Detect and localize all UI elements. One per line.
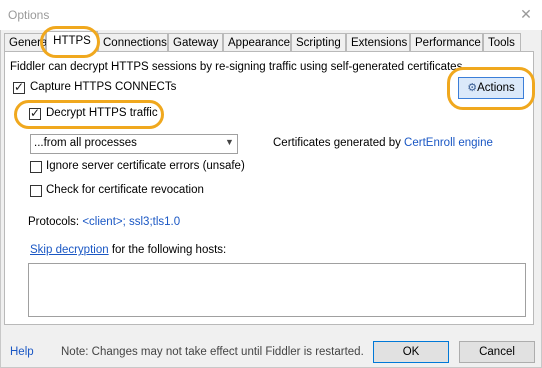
- tab-label: Extensions: [351, 37, 408, 49]
- capture-https-label: Capture HTTPS CONNECTs: [30, 81, 177, 93]
- tab-gateway[interactable]: Gateway: [168, 33, 223, 51]
- cert-revocation-checkbox[interactable]: [30, 185, 42, 197]
- actions-highlight-ring: [447, 67, 535, 110]
- tab-label: Tools: [488, 37, 515, 49]
- close-icon[interactable]: ✕: [518, 6, 534, 22]
- ignore-cert-errors-label: Ignore server certificate errors (unsafe…: [46, 160, 245, 172]
- chevron-down-icon: ▼: [225, 137, 234, 147]
- tab-appearance[interactable]: Appearance: [223, 33, 291, 51]
- restart-note: Note: Changes may not take effect until …: [61, 346, 364, 358]
- tab-label: Performance: [415, 37, 481, 49]
- cancel-button[interactable]: Cancel: [459, 341, 535, 363]
- tab-performance[interactable]: Performance: [410, 33, 483, 51]
- skip-decryption-link[interactable]: Skip decryption: [30, 244, 109, 256]
- tab-extensions[interactable]: Extensions: [346, 33, 410, 51]
- certs-prefix: Certificates generated by: [273, 137, 405, 149]
- tab-scripting[interactable]: Scripting: [291, 33, 346, 51]
- tab-label: Gateway: [173, 37, 219, 49]
- tab-label: Appearance: [228, 37, 291, 49]
- process-filter-value: ...from all processes: [34, 137, 137, 149]
- help-link[interactable]: Help: [10, 346, 34, 358]
- protocols-link[interactable]: <client>; ssl3;tls1.0: [82, 216, 180, 228]
- capture-https-checkbox[interactable]: [13, 80, 25, 94]
- skip-decryption-suffix: for the following hosts:: [108, 244, 227, 256]
- protocols-label: Protocols:: [28, 216, 83, 228]
- protocols-row: Protocols: <client>; ssl3;tls1.0: [28, 216, 180, 228]
- tab-label: Connections: [103, 37, 167, 49]
- certs-info: Certificates generated by CertEnroll eng…: [273, 137, 493, 149]
- skip-hosts-textarea[interactable]: [28, 263, 526, 317]
- cert-revocation-label: Check for certificate revocation: [46, 184, 204, 196]
- tab-connections[interactable]: Connections: [98, 33, 168, 51]
- tab-label: Scripting: [296, 37, 341, 49]
- tab-tools[interactable]: Tools: [483, 33, 521, 51]
- cert-engine-link[interactable]: CertEnroll engine: [404, 137, 493, 149]
- ignore-cert-errors-checkbox[interactable]: [30, 161, 42, 173]
- intro-text: Fiddler can decrypt HTTPS sessions by re…: [10, 61, 466, 73]
- tab-highlight-ring: [40, 26, 100, 58]
- decrypt-highlight-ring: [14, 100, 164, 129]
- window-title: Options: [8, 8, 50, 22]
- ok-button[interactable]: OK: [373, 341, 449, 363]
- skip-decryption-row: Skip decryption for the following hosts:: [30, 244, 226, 256]
